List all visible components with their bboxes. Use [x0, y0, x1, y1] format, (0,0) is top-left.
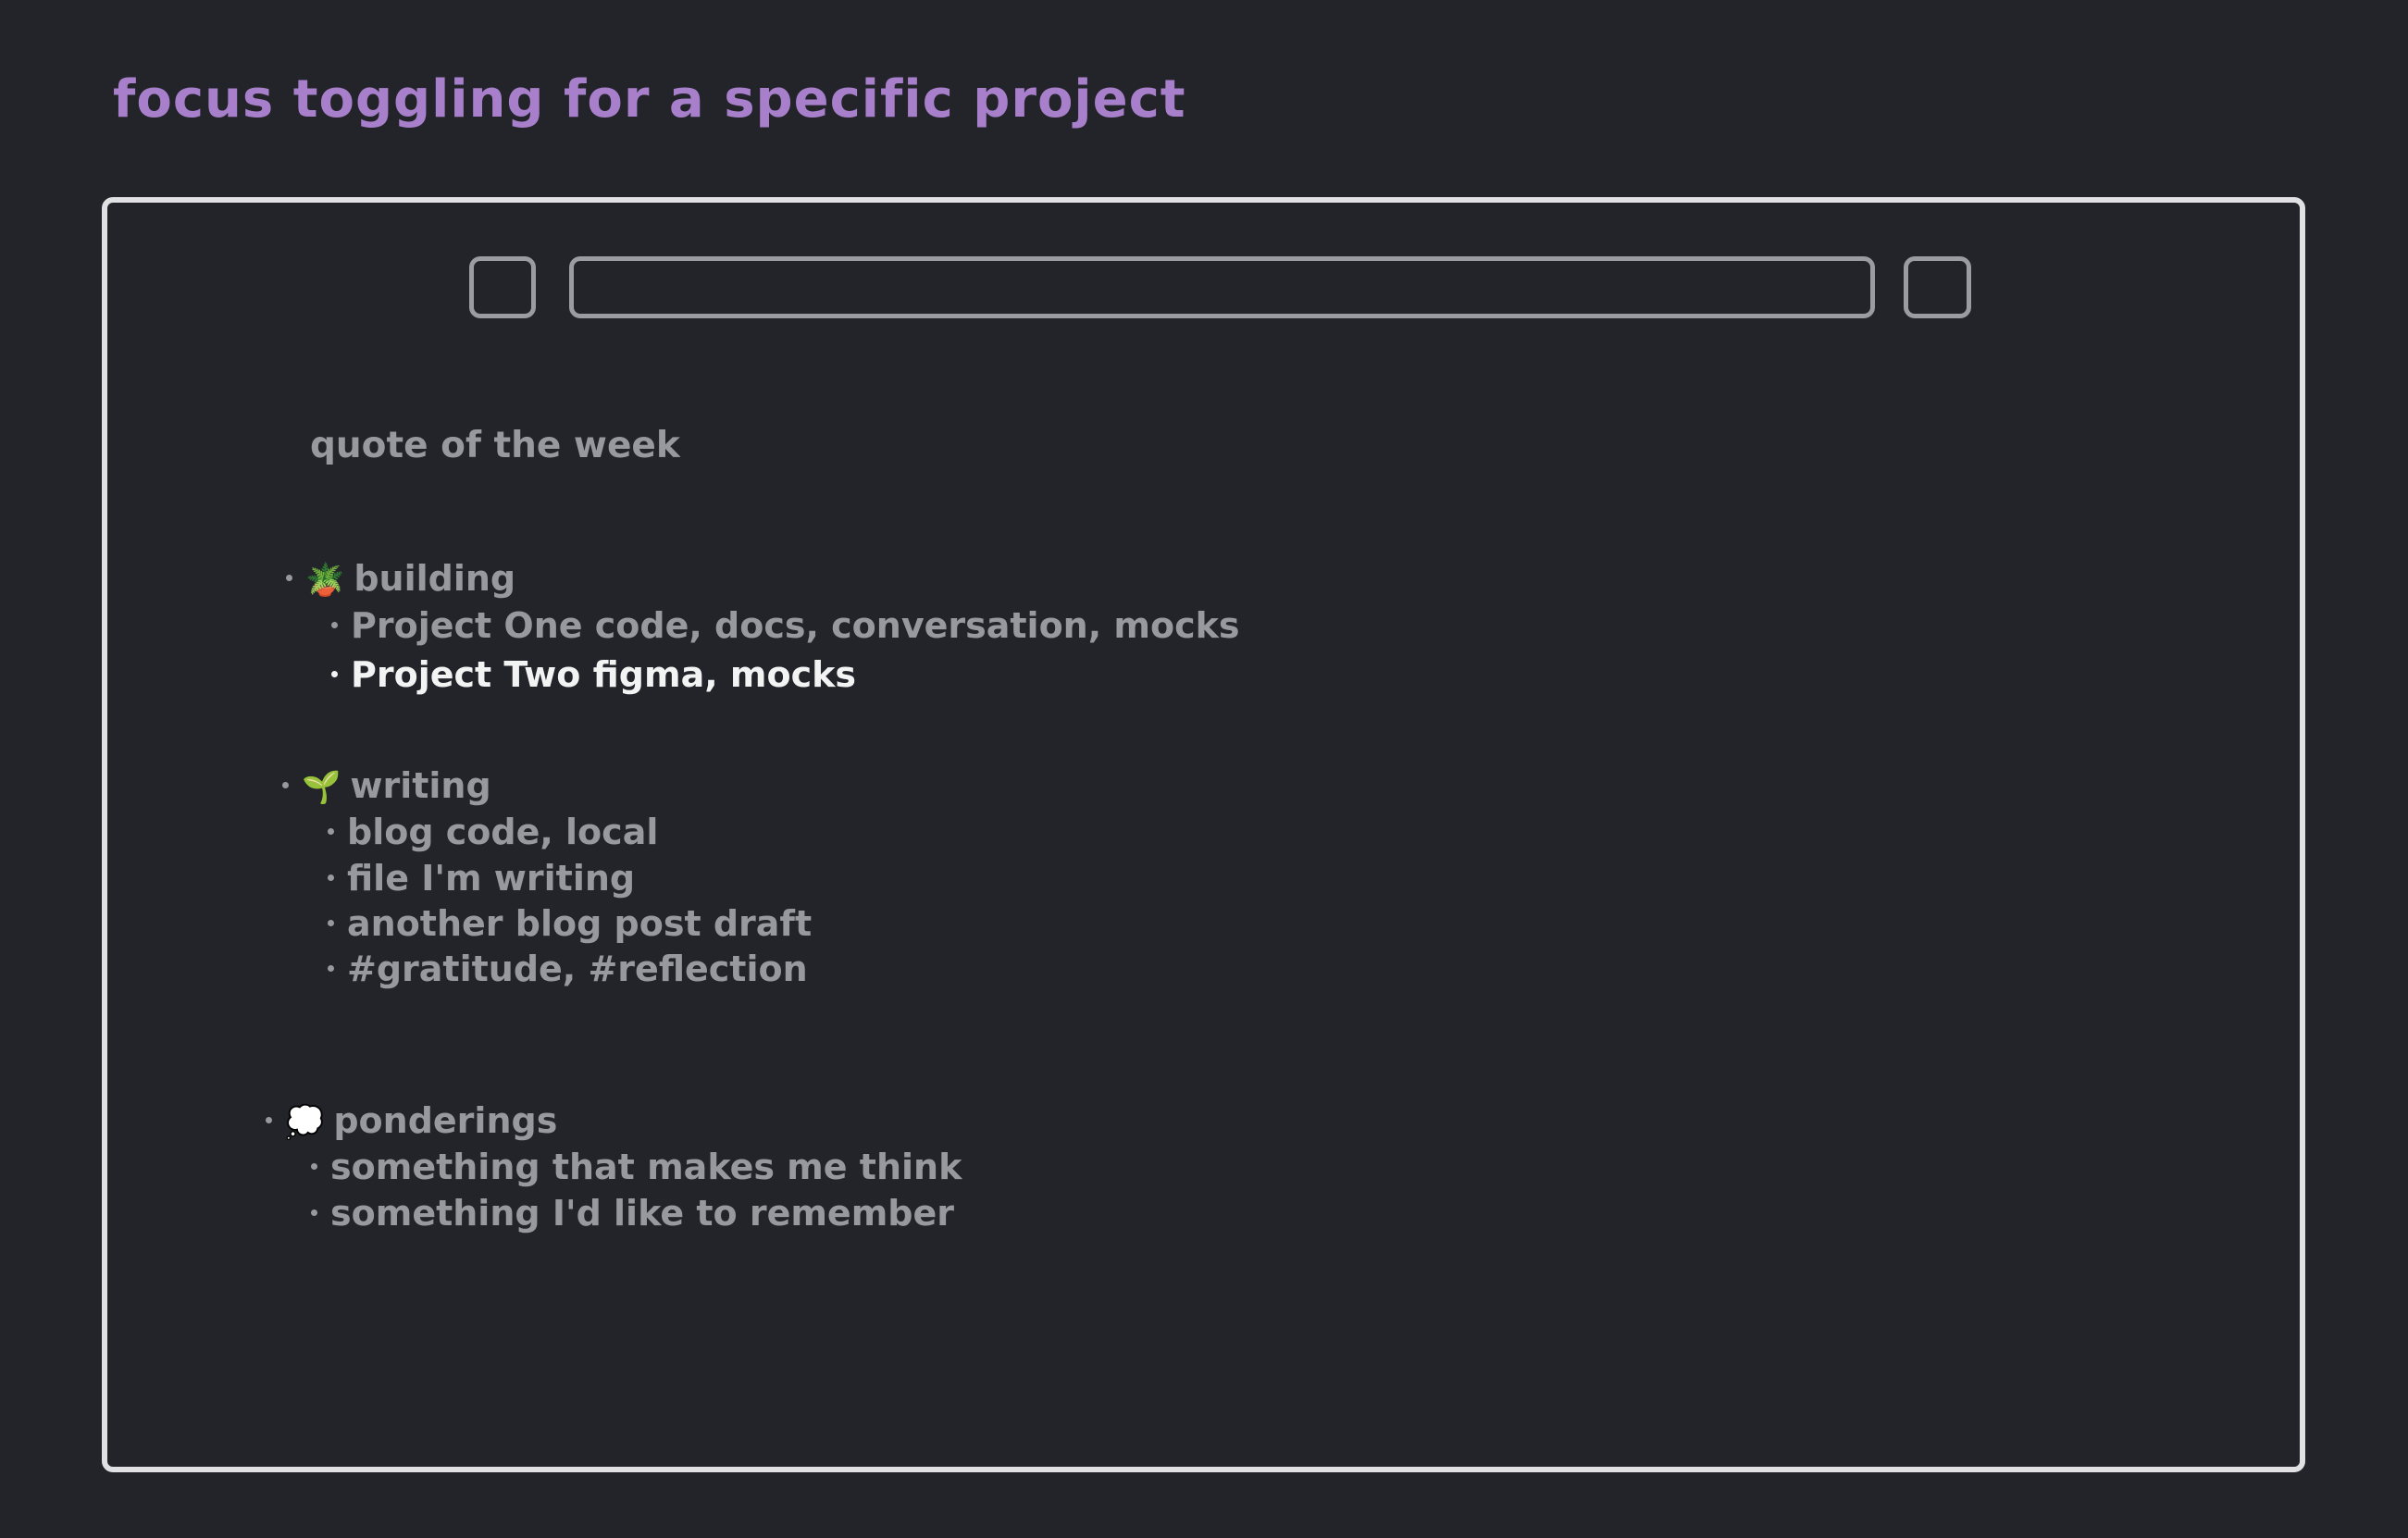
quote-of-the-week: quote of the week: [310, 425, 680, 466]
potted-plant-icon: 🪴: [305, 562, 345, 599]
bullet-icon: [328, 965, 334, 972]
canvas: focus toggling for a specific project qu…: [0, 0, 2408, 1538]
list-item[interactable]: #gratitude, #reflection: [328, 951, 808, 986]
list-item[interactable]: something that makes me think: [311, 1149, 962, 1185]
list-item[interactable]: Project One code, docs, conversation, mo…: [331, 608, 1240, 643]
page-title: focus toggling for a specific project: [113, 69, 1186, 130]
section-ponderings[interactable]: 💭 ponderings: [266, 1103, 557, 1138]
bullet-icon: [331, 671, 338, 677]
toolbar-left-button[interactable]: [469, 256, 536, 318]
list-item[interactable]: another blog post draft: [328, 906, 812, 941]
bullet-icon: [282, 782, 289, 788]
bullet-icon: [328, 828, 334, 835]
bullet-icon: [266, 1117, 272, 1123]
section-label: building: [354, 558, 516, 599]
bullet-icon: [328, 874, 334, 881]
seedling-icon: 🌱: [302, 769, 341, 806]
list-item[interactable]: something I'd like to remember: [311, 1196, 954, 1231]
toolbar-right-button[interactable]: [1904, 256, 1971, 318]
bullet-icon: [331, 622, 338, 628]
bullet-icon: [311, 1163, 317, 1170]
bullet-icon: [311, 1209, 317, 1216]
thought-balloon-icon: 💭: [285, 1104, 325, 1141]
address-bar[interactable]: [569, 256, 1875, 318]
section-writing[interactable]: 🌱 writing: [282, 768, 491, 803]
section-label: ponderings: [333, 1100, 558, 1141]
section-label: writing: [350, 765, 491, 806]
list-item[interactable]: blog code, local: [328, 814, 658, 850]
bullet-icon: [286, 575, 292, 581]
section-building[interactable]: 🪴 building: [286, 561, 515, 596]
list-item-focused[interactable]: Project Two figma, mocks: [331, 657, 856, 692]
list-item[interactable]: file I'm writing: [328, 861, 635, 896]
bullet-icon: [328, 920, 334, 926]
